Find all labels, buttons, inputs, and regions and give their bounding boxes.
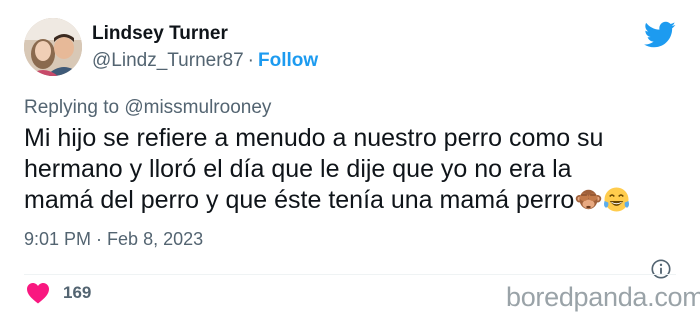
tweet-date: Feb 8, 2023	[107, 229, 204, 249]
replying-to-label: Replying to	[24, 97, 120, 118]
replying-to: Replying to @missmulrooney	[24, 97, 271, 119]
tweet-text-line: Mi hijo se refiere a menudo a nuestro pe…	[24, 124, 604, 152]
author-handle-row: @Lindz_Turner87 · Follow	[92, 50, 318, 72]
watermark: boredpanda.com	[506, 282, 700, 312]
heart-icon	[27, 283, 49, 304]
tweet-text-line-last: mamá del perro y que éste tenía una mamá…	[24, 185, 679, 216]
author-name[interactable]: Lindsey Turner	[92, 23, 228, 45]
divider	[24, 274, 676, 275]
twitter-bird-icon[interactable]	[644, 21, 676, 49]
handle-separator: ·	[247, 50, 254, 71]
see-no-evil-monkey-icon	[576, 189, 602, 210]
timestamp-separator: ·	[96, 229, 103, 249]
author-handle[interactable]: @Lindz_Turner87	[92, 50, 244, 71]
like-count: 169	[63, 283, 92, 302]
face-with-tears-of-joy-icon	[604, 187, 630, 212]
info-icon[interactable]	[650, 258, 672, 280]
reply-mention-link[interactable]: @missmulrooney	[124, 97, 271, 118]
avatar[interactable]	[24, 18, 82, 76]
avatar-image	[24, 18, 82, 76]
tweet-time: 9:01 PM	[24, 229, 92, 249]
tweet-text-line: hermano y lloró el día que le dije que y…	[24, 155, 572, 183]
tweet-text: Mi hijo se refiere a menudo a nuestro pe…	[24, 123, 679, 216]
like-button[interactable]: 169	[26, 281, 91, 305]
follow-button[interactable]: Follow	[258, 50, 318, 71]
tweet-timestamp[interactable]: 9:01 PM · Feb 8, 2023	[24, 229, 203, 250]
